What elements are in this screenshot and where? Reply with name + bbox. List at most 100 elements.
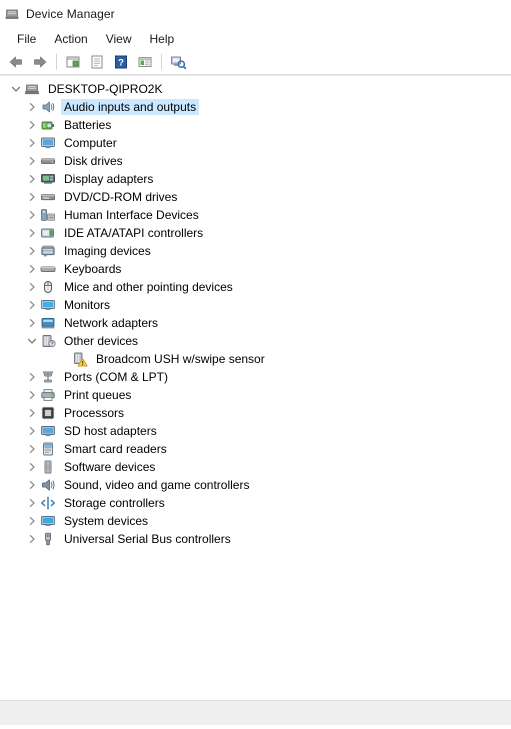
hid-icon [40,207,56,223]
port-icon [40,369,56,385]
help-icon[interactable]: ? [110,51,132,73]
monitors-icon [40,297,56,313]
chevron-right-icon[interactable] [24,441,40,457]
tree-node[interactable]: DVD/CD-ROM drives [0,188,511,206]
chevron-right-icon[interactable] [24,459,40,475]
device-tree-panel[interactable]: DESKTOP-QIPRO2K Audio inputs and outputs… [0,75,511,700]
chevron-right-icon[interactable] [24,423,40,439]
tree-node[interactable]: Smart card readers [0,440,511,458]
chevron-right-icon[interactable] [24,297,40,313]
menu-bar: File Action View Help [0,28,511,50]
toolbar-separator-1 [56,54,57,70]
tree-node[interactable]: Display adapters [0,170,511,188]
tree-node-label: Network adapters [64,316,159,330]
monitor-icon [40,135,56,151]
chevron-right-icon[interactable] [24,405,40,421]
tree-node[interactable]: ? Other devices [0,332,511,350]
display-adapter-icon [40,171,56,187]
chevron-right-icon[interactable] [24,225,40,241]
menu-help[interactable]: Help [141,30,184,48]
tree-child-node[interactable]: Broadcom USH w/swipe sensor [0,350,511,368]
sound-controller-icon [40,477,56,493]
dvd-drive-icon [40,189,56,205]
tree-root-node[interactable]: DESKTOP-QIPRO2K [0,80,511,98]
tree-node-label: Processors [64,406,125,420]
status-bar [0,700,511,725]
tree-node-label: Mice and other pointing devices [64,280,233,294]
chevron-right-icon[interactable] [24,243,40,259]
battery-icon [40,117,56,133]
svg-text:?: ? [118,58,124,69]
tree-node[interactable]: IDE ATA/ATAPI controllers [0,224,511,242]
tree-node-label: Storage controllers [64,496,165,510]
tree-node-label: Keyboards [64,262,122,276]
tree-node[interactable]: Imaging devices [0,242,511,260]
chevron-right-icon[interactable] [24,387,40,403]
tree-node-label: Disk drives [64,154,123,168]
tree-node[interactable]: Sound, video and game controllers [0,476,511,494]
chevron-right-icon[interactable] [24,477,40,493]
tree-node[interactable]: Batteries [0,116,511,134]
scan-hardware-changes-icon[interactable] [167,51,189,73]
device-manager-window: Device Manager File Action View Help ? D… [0,0,511,729]
tree-node[interactable]: Keyboards [0,260,511,278]
keyboard-icon [40,261,56,277]
tree-node-label: Smart card readers [64,442,167,456]
tree-node[interactable]: Computer [0,134,511,152]
chevron-right-icon[interactable] [24,261,40,277]
chevron-down-icon[interactable] [24,333,40,349]
chevron-right-icon[interactable] [24,531,40,547]
chevron-right-icon[interactable] [24,279,40,295]
computer-root-icon [24,81,40,97]
mouse-icon [40,279,56,295]
tree-node-label: IDE ATA/ATAPI controllers [64,226,204,240]
disk-drive-icon [40,153,56,169]
menu-file[interactable]: File [8,30,45,48]
tree-node[interactable]: Storage controllers [0,494,511,512]
title-bar: Device Manager [0,0,511,28]
tree-node[interactable]: Print queues [0,386,511,404]
chevron-right-icon[interactable] [24,189,40,205]
tree-node[interactable]: Mice and other pointing devices [0,278,511,296]
tree-node[interactable]: Monitors [0,296,511,314]
printer-icon [40,387,56,403]
chevron-right-icon[interactable] [24,135,40,151]
chevron-right-icon[interactable] [24,495,40,511]
chevron-right-icon[interactable] [24,315,40,331]
tree-node[interactable]: Human Interface Devices [0,206,511,224]
system-device-icon [40,513,56,529]
tree-node[interactable]: System devices [0,512,511,530]
menu-view[interactable]: View [97,30,141,48]
properties-icon[interactable] [62,51,84,73]
chevron-right-icon[interactable] [24,369,40,385]
window-title: Device Manager [26,7,115,21]
chevron-right-icon[interactable] [24,207,40,223]
update-driver-icon[interactable] [86,51,108,73]
chevron-right-icon[interactable] [24,171,40,187]
chevron-right-icon[interactable] [24,117,40,133]
tree-node[interactable]: Processors [0,404,511,422]
device-manager-icon [4,6,20,22]
tree-node[interactable]: SD host adapters [0,422,511,440]
usb-controller-icon [40,531,56,547]
forward-arrow-icon[interactable] [29,51,51,73]
chevron-down-icon[interactable] [8,81,24,97]
chevron-right-icon[interactable] [24,99,40,115]
unknown-device-warning-icon [72,351,88,367]
show-hidden-devices-icon[interactable] [134,51,156,73]
menu-action[interactable]: Action [45,30,96,48]
storage-controller-icon [40,495,56,511]
tree-node[interactable]: Universal Serial Bus controllers [0,530,511,548]
tree-node[interactable]: Network adapters [0,314,511,332]
tree-node-label: Software devices [64,460,156,474]
tree-node[interactable]: Software devices [0,458,511,476]
processor-icon [40,405,56,421]
chevron-right-icon[interactable] [24,513,40,529]
device-tree: DESKTOP-QIPRO2K Audio inputs and outputs… [0,80,511,548]
chevron-right-icon[interactable] [24,153,40,169]
tree-node-label: SD host adapters [64,424,157,438]
tree-node[interactable]: Audio inputs and outputs [0,98,511,116]
tree-node[interactable]: Ports (COM & LPT) [0,368,511,386]
tree-node[interactable]: Disk drives [0,152,511,170]
back-arrow-icon[interactable] [5,51,27,73]
